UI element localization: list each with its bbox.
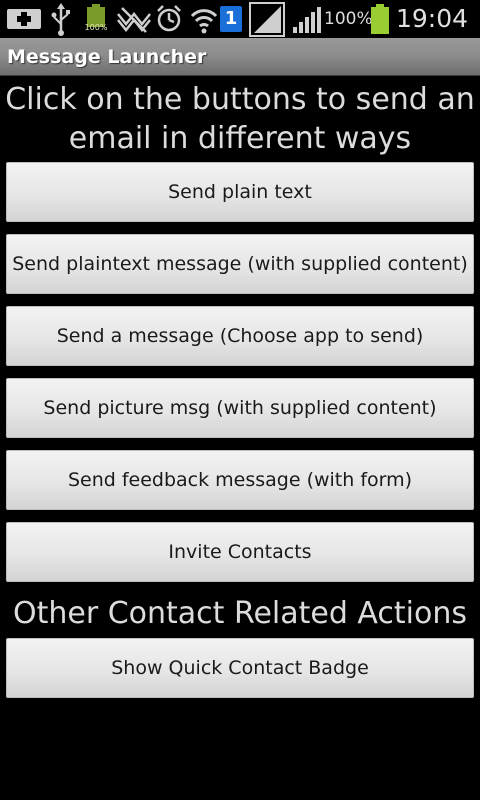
- send-message-choose-app-button[interactable]: Send a message (Choose app to send): [6, 306, 474, 366]
- clock: 19:04: [396, 4, 469, 33]
- sim-slot-icon: 1: [220, 6, 242, 32]
- status-bar: 100% 1 100% 19:04: [0, 0, 480, 38]
- send-plaintext-message-button[interactable]: Send plaintext message (with supplied co…: [6, 234, 474, 294]
- battery-percentage: 100%: [324, 9, 373, 29]
- usb-icon: [51, 3, 70, 36]
- battery-level-label: 100%: [84, 23, 108, 32]
- send-feedback-message-button[interactable]: Send feedback message (with form): [6, 450, 474, 510]
- app-title: Message Launcher: [7, 46, 207, 68]
- invite-contacts-button[interactable]: Invite Contacts: [6, 522, 474, 582]
- send-picture-message-button[interactable]: Send picture msg (with supplied content): [6, 378, 474, 438]
- signal-strength-icon: [293, 7, 321, 33]
- show-quick-contact-badge-button[interactable]: Show Quick Contact Badge: [6, 638, 474, 698]
- signal-strength-icon: [249, 2, 285, 37]
- send-plain-text-button[interactable]: Send plain text: [6, 162, 474, 222]
- contact-actions-heading: Other Contact Related Actions: [12, 596, 468, 631]
- title-bar: Message Launcher: [0, 38, 480, 76]
- instructions-heading-line-1: Click on the buttons to send an: [5, 82, 475, 117]
- no-signal-icon: [117, 7, 151, 33]
- wifi-icon: [190, 9, 218, 34]
- alarm-icon: [157, 5, 181, 32]
- instructions-heading-line-2: email in different ways: [68, 121, 412, 156]
- battery-icon: [371, 4, 389, 34]
- plus-icon: [7, 9, 41, 29]
